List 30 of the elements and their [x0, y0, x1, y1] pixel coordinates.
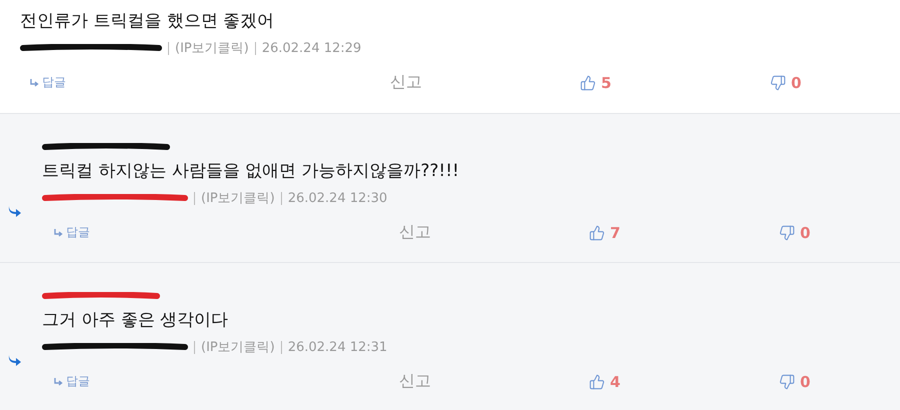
reply-link[interactable]: 답글 [30, 74, 390, 91]
comment-text: 그거 아주 좋은 생각이다 [42, 309, 230, 332]
thumbs-up-icon [580, 74, 596, 90]
thumbs-down-icon [770, 74, 786, 90]
thumbs-up-icon [589, 224, 605, 240]
comment-text: 트릭컬 하지않는 사람들을 없애면 가능하지않을까??!!! [42, 160, 460, 183]
reply-arrow-icon [54, 378, 63, 386]
like-button[interactable]: 7 [589, 224, 779, 242]
like-button[interactable]: 4 [589, 372, 779, 390]
thumbs-down-icon [779, 374, 795, 390]
report-link[interactable]: 신고 [390, 72, 580, 93]
dislike-button[interactable]: 0 [779, 224, 889, 242]
ip-link[interactable]: (IP보기클릭) [175, 39, 249, 57]
dislike-button[interactable]: 0 [770, 74, 880, 92]
comment-text: 전인류가 트릭컬을 했으면 좋겠어 [20, 10, 276, 33]
comment-date: 26.02.24 12:29 [262, 40, 362, 56]
ip-link[interactable]: (IP보기클릭) [201, 338, 275, 356]
reply-link[interactable]: 답글 [54, 373, 399, 390]
report-link[interactable]: 신고 [399, 222, 589, 243]
report-link[interactable]: 신고 [399, 371, 589, 392]
comment-date: 26.02.24 12:31 [288, 340, 388, 354]
reply-arrow-icon [30, 78, 39, 86]
dislike-button[interactable]: 0 [779, 372, 889, 390]
comment-date: 26.02.24 12:30 [288, 190, 388, 206]
thumbs-down-icon [779, 224, 795, 240]
reply-link[interactable]: 답글 [54, 224, 399, 241]
thumbs-up-icon [589, 374, 605, 390]
ip-link[interactable]: (IP보기클릭) [201, 189, 275, 207]
reply-arrow-icon [54, 228, 63, 236]
like-button[interactable]: 5 [580, 74, 770, 92]
